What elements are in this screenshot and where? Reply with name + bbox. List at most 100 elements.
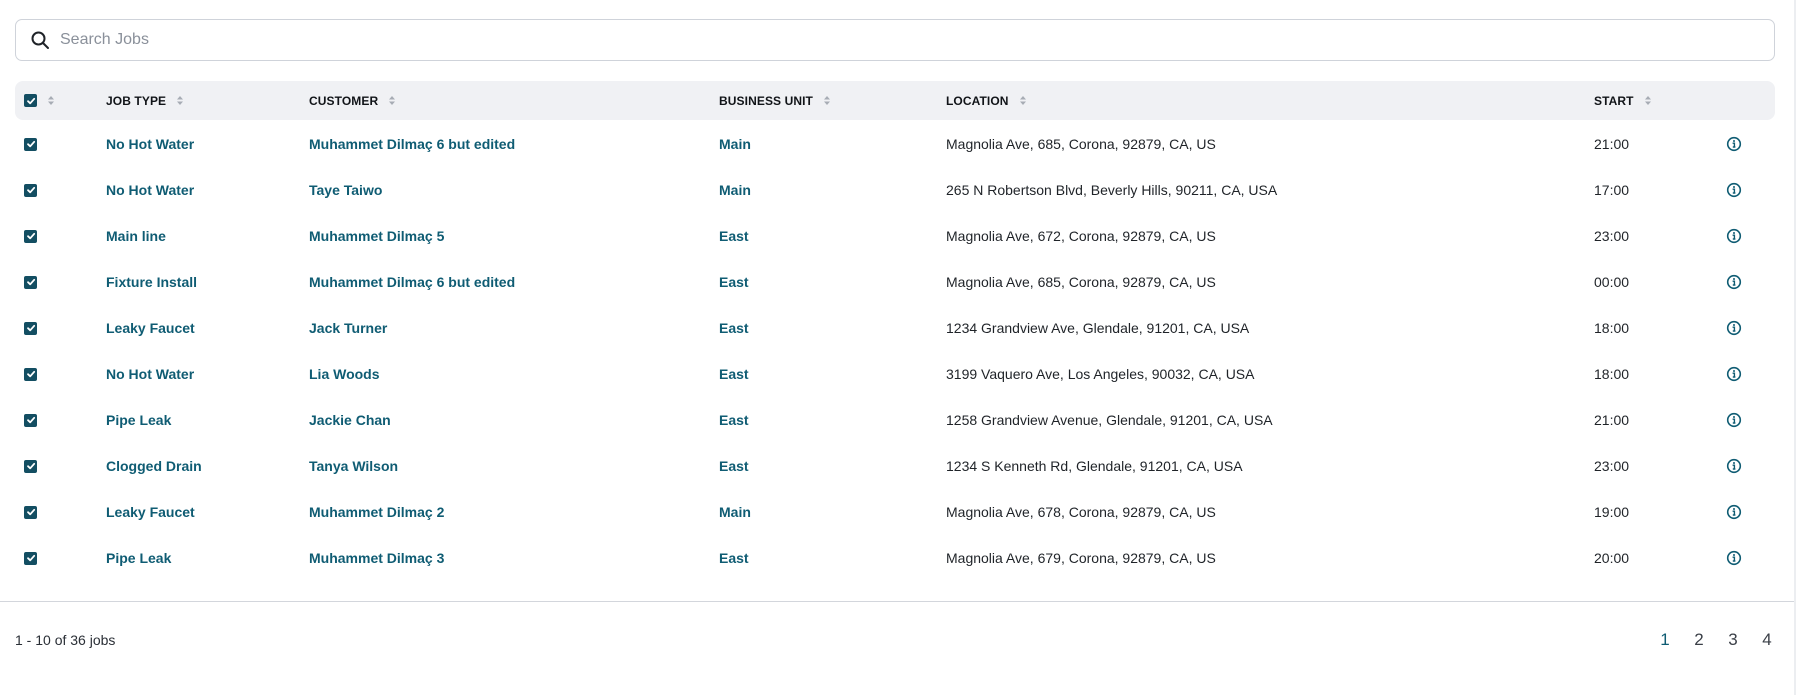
sort-icon[interactable] — [176, 95, 184, 106]
job-type-link[interactable]: Fixture Install — [106, 259, 197, 305]
row-info-button[interactable] — [1726, 213, 1742, 259]
search-bar[interactable] — [15, 19, 1775, 61]
column-label: START — [1594, 93, 1634, 108]
page-button-2[interactable]: 2 — [1682, 630, 1716, 650]
table-row: Leaky Faucet Jack Turner East 1234 Grandvie… — [15, 305, 1775, 351]
table-header: JOB TYPE CUSTOMER BUSINESS UNIT LOCATION… — [15, 81, 1775, 120]
row-select-cell — [24, 213, 37, 259]
row-info-button[interactable] — [1726, 535, 1742, 581]
column-label: JOB TYPE — [106, 93, 167, 108]
info-icon[interactable] — [1726, 366, 1742, 382]
info-icon[interactable] — [1726, 274, 1742, 290]
row-checkbox[interactable] — [24, 367, 37, 381]
row-info-button[interactable] — [1726, 489, 1742, 535]
page-button-4[interactable]: 4 — [1750, 630, 1784, 650]
column-header-location[interactable]: LOCATION — [946, 81, 1027, 120]
row-checkbox[interactable] — [24, 413, 37, 427]
customer-link[interactable]: Muhammet Dilmaç 5 — [309, 213, 444, 259]
check-icon — [26, 278, 35, 286]
business-unit-link[interactable]: East — [719, 305, 749, 351]
job-type-link[interactable]: Clogged Drain — [106, 443, 202, 489]
row-checkbox[interactable] — [24, 183, 37, 197]
row-info-button[interactable] — [1726, 443, 1742, 489]
row-info-button[interactable] — [1726, 121, 1742, 167]
customer-link[interactable]: Muhammet Dilmaç 2 — [309, 489, 444, 535]
search-input[interactable] — [60, 20, 1760, 60]
result-count: 1 - 10 of 36 jobs — [15, 632, 116, 648]
start-time: 19:00 — [1594, 504, 1630, 520]
info-icon[interactable] — [1726, 136, 1742, 152]
customer-link[interactable]: Lia Woods — [309, 351, 380, 397]
row-checkbox[interactable] — [24, 459, 37, 473]
column-header-business-unit[interactable]: BUSINESS UNIT — [719, 81, 831, 120]
row-checkbox[interactable] — [24, 505, 37, 519]
sort-icon[interactable] — [823, 95, 831, 106]
table-row: No Hot Water Lia Woods East 3199 Vaquero Av… — [15, 351, 1775, 397]
info-icon[interactable] — [1726, 458, 1742, 474]
business-unit-link[interactable]: East — [719, 535, 749, 581]
page-button-1[interactable]: 1 — [1648, 630, 1682, 650]
row-checkbox[interactable] — [24, 321, 37, 335]
job-type-link[interactable]: Leaky Faucet — [106, 489, 195, 535]
check-icon — [26, 232, 35, 240]
row-checkbox[interactable] — [24, 229, 37, 243]
table-row: Pipe Leak Jackie Chan East 1258 Grandview A… — [15, 397, 1775, 443]
job-type-link[interactable]: Main line — [106, 213, 166, 259]
customer-link[interactable]: Taye Taiwo — [309, 167, 382, 213]
business-unit-link[interactable]: East — [719, 351, 749, 397]
row-checkbox[interactable] — [24, 551, 37, 565]
sort-icon[interactable] — [1019, 95, 1027, 106]
row-info-button[interactable] — [1726, 351, 1742, 397]
info-icon[interactable] — [1726, 550, 1742, 566]
row-select-cell — [24, 535, 37, 581]
check-icon — [26, 97, 35, 104]
business-unit-link[interactable]: Main — [719, 489, 751, 535]
info-icon[interactable] — [1726, 412, 1742, 428]
row-info-button[interactable] — [1726, 259, 1742, 305]
location-text: 3199 Vaquero Ave, Los Angeles, 90032, CA… — [946, 366, 1255, 382]
footer-divider — [0, 601, 1794, 602]
business-unit-link[interactable]: East — [719, 397, 749, 443]
row-info-button[interactable] — [1726, 167, 1742, 213]
info-icon[interactable] — [1726, 182, 1742, 198]
row-checkbox[interactable] — [24, 275, 37, 289]
select-all-checkbox[interactable] — [24, 94, 37, 107]
business-unit-link[interactable]: Main — [719, 167, 751, 213]
column-header-customer[interactable]: CUSTOMER — [309, 81, 396, 120]
job-type-link[interactable]: Pipe Leak — [106, 535, 171, 581]
check-icon — [26, 324, 35, 332]
info-icon[interactable] — [1726, 320, 1742, 336]
job-type-link[interactable]: Pipe Leak — [106, 397, 171, 443]
info-icon[interactable] — [1726, 228, 1742, 244]
customer-link[interactable]: Muhammet Dilmaç 6 but edited — [309, 259, 515, 305]
row-info-button[interactable] — [1726, 305, 1742, 351]
business-unit-link[interactable]: East — [719, 259, 749, 305]
customer-link[interactable]: Jackie Chan — [309, 397, 391, 443]
column-header-start[interactable]: START — [1594, 81, 1652, 120]
table-row: Leaky Faucet Muhammet Dilmaç 2 Main Magnoli… — [15, 489, 1775, 535]
job-type-link[interactable]: No Hot Water — [106, 121, 194, 167]
start-time: 18:00 — [1594, 320, 1630, 336]
sort-icon[interactable] — [1644, 95, 1652, 106]
page-button-3[interactable]: 3 — [1716, 630, 1750, 650]
customer-link[interactable]: Muhammet Dilmaç 6 but edited — [309, 121, 515, 167]
customer-link[interactable]: Muhammet Dilmaç 3 — [309, 535, 444, 581]
row-info-button[interactable] — [1726, 397, 1742, 443]
column-header-job-type[interactable]: JOB TYPE — [106, 81, 184, 120]
sort-icon[interactable] — [388, 95, 396, 106]
column-label: CUSTOMER — [309, 93, 379, 108]
business-unit-link[interactable]: East — [719, 443, 749, 489]
customer-link[interactable]: Tanya Wilson — [309, 443, 398, 489]
customer-link[interactable]: Jack Turner — [309, 305, 387, 351]
job-type-link[interactable]: No Hot Water — [106, 351, 194, 397]
check-icon — [26, 554, 35, 562]
sort-icon[interactable] — [47, 95, 55, 106]
business-unit-link[interactable]: Main — [719, 121, 751, 167]
info-icon[interactable] — [1726, 504, 1742, 520]
business-unit-link[interactable]: East — [719, 213, 749, 259]
job-type-link[interactable]: No Hot Water — [106, 167, 194, 213]
table-row: No Hot Water Muhammet Dilmaç 6 but edited… — [15, 121, 1775, 167]
job-type-link[interactable]: Leaky Faucet — [106, 305, 195, 351]
row-checkbox[interactable] — [24, 137, 37, 151]
location-text: Magnolia Ave, 685, Corona, 92879, CA, US — [946, 274, 1216, 290]
